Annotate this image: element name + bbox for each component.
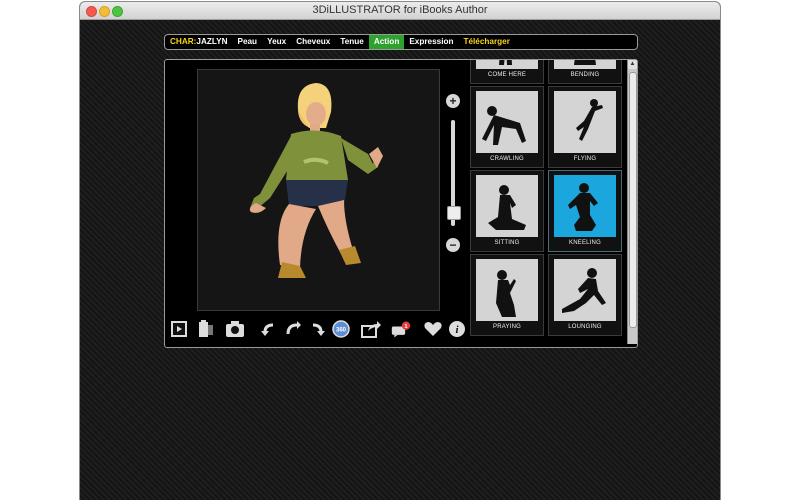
zoom-slider-thumb[interactable] [447, 206, 461, 221]
rotate-reset-icon[interactable] [283, 320, 303, 338]
pose-label: PRAYING [493, 324, 521, 330]
pose-kneeling[interactable]: KNEELING [548, 170, 622, 252]
sitting-pose-icon [476, 175, 538, 237]
camera-icon[interactable] [225, 320, 245, 338]
comments-icon[interactable]: 1 [391, 320, 411, 338]
pose-label: CRAWLING [490, 156, 524, 162]
pose-come-here[interactable]: COME HERE [470, 60, 544, 84]
pose-bending[interactable]: BENDING [548, 60, 622, 84]
praying-pose-icon [476, 259, 538, 321]
pose-label: COME HERE [487, 72, 527, 78]
pose-flying[interactable]: FLYING [548, 86, 622, 168]
bending-pose-icon [554, 60, 616, 69]
pose-label: SITTING [494, 240, 520, 246]
360-icon[interactable]: 360 [331, 320, 351, 338]
scrollbar-thumb[interactable] [629, 72, 637, 328]
crawling-pose-icon [476, 91, 538, 153]
flying-pose-icon [554, 91, 616, 153]
pose-scrollbar[interactable]: ▲ [627, 60, 637, 344]
menu-item-telecharger[interactable]: Télécharger [458, 35, 514, 49]
pose-label: BENDING [570, 72, 600, 78]
pose-label: FLYING [573, 156, 597, 162]
pose-crawling[interactable]: CRAWLING [470, 86, 544, 168]
360-badge-text: 360 [336, 328, 347, 334]
character-name[interactable]: JAZLYN [196, 35, 232, 49]
menu-item-yeux[interactable]: Yeux [262, 35, 291, 49]
title-bar[interactable]: 3DiLLUSTRATOR for iBooks Author [80, 2, 720, 20]
zoom-in-button[interactable]: + [446, 94, 460, 108]
battery-icon[interactable] [196, 320, 216, 338]
pose-label: KNEELING [569, 240, 601, 246]
category-menu-bar: CHAR: JAZLYN Peau Yeux Cheveux Tenue Act… [164, 34, 638, 50]
heart-icon[interactable] [423, 320, 443, 338]
character-label: CHAR: [170, 37, 197, 46]
menu-item-peau[interactable]: Peau [232, 35, 262, 49]
rotate-left-icon[interactable] [259, 320, 279, 338]
video-icon[interactable] [169, 320, 189, 338]
menu-item-tenue[interactable]: Tenue [335, 35, 369, 49]
pose-label: LOUNGING [568, 324, 602, 330]
app-window: 3DiLLUSTRATOR for iBooks Author CHAR: JA… [80, 2, 720, 500]
come-here-pose-icon [476, 60, 538, 69]
app-content: CHAR: JAZLYN Peau Yeux Cheveux Tenue Act… [80, 20, 720, 500]
scroll-up-arrow-icon[interactable]: ▲ [628, 60, 637, 69]
zoom-out-button[interactable]: − [446, 238, 460, 252]
pose-praying[interactable]: PRAYING [470, 254, 544, 336]
kneeling-pose-icon [554, 175, 616, 237]
menu-item-expression[interactable]: Expression [404, 35, 458, 49]
editor-panel: + − 360 1 i COME HERE BENDING CRAWLING F… [164, 59, 638, 348]
pose-sitting[interactable]: SITTING [470, 170, 544, 252]
bottom-toolbar: 360 1 i [165, 316, 469, 342]
pose-lounging[interactable]: LOUNGING [548, 254, 622, 336]
character-figure [249, 83, 383, 278]
share-icon[interactable] [361, 320, 381, 338]
pose-grid: COME HERE BENDING CRAWLING FLYING SITTIN… [470, 60, 625, 344]
menu-item-cheveux[interactable]: Cheveux [291, 35, 335, 49]
character-viewport[interactable] [197, 69, 440, 311]
window-title: 3DiLLUSTRATOR for iBooks Author [312, 4, 488, 16]
menu-item-action[interactable]: Action [368, 35, 405, 49]
info-icon[interactable]: i [447, 320, 467, 338]
rotate-right-icon[interactable] [307, 320, 327, 338]
lounging-pose-icon [554, 259, 616, 321]
